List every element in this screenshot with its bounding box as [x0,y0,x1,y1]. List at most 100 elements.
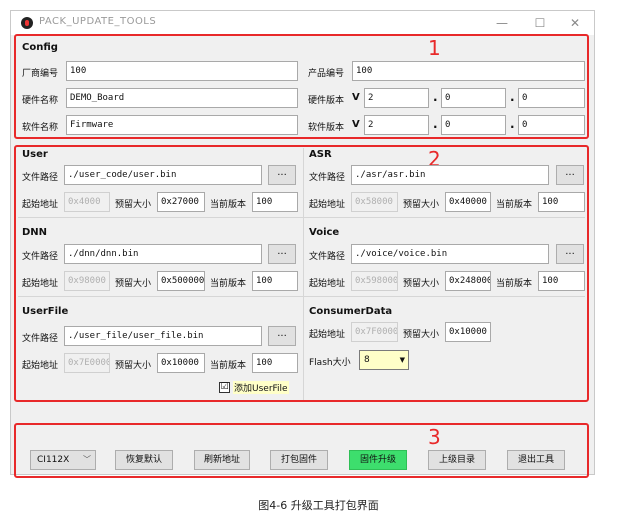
dnn-reserve-field[interactable]: 0x500000 [157,271,205,291]
hw-version-dot-1: . [433,90,438,104]
dnn-start-label: 起始地址 [22,279,59,289]
restore-defaults-button[interactable]: 恢复默认 [115,450,173,470]
chevron-down-icon: ﹀ [83,455,91,464]
consumer-reserve-field[interactable]: 0x10000 [445,322,491,342]
user-start-label: 起始地址 [22,200,59,210]
voice-path-field[interactable]: ./voice/voice.bin [351,244,549,264]
hw-version-dot-2: . [510,90,515,104]
add-userfile-label[interactable]: 添加UserFile [233,381,289,394]
consumer-header: ConsumerData [309,306,393,317]
annotation-number-1: 1 [428,36,441,60]
userfile-version-label: 当前版本 [210,361,247,371]
asr-path-field[interactable]: ./asr/asr.bin [351,165,549,185]
consumer-start-label: 起始地址 [309,330,346,340]
dnn-version-field[interactable]: 100 [252,271,298,291]
sw-version-major[interactable]: 2 [364,115,429,135]
product-label: 产品编号 [308,69,345,79]
sw-version-minor[interactable]: 0 [441,115,506,135]
sw-name-field[interactable]: Firmware [66,115,298,135]
user-reserve-field[interactable]: 0x27000 [157,192,205,212]
user-reserve-label: 预留大小 [115,200,152,210]
voice-version-label: 当前版本 [496,279,533,289]
dnn-reserve-label: 预留大小 [115,279,152,289]
asr-start-field: 0x58000 [351,192,398,212]
voice-start-label: 起始地址 [309,279,346,289]
flash-size-label: Flash大小 [309,358,351,368]
add-userfile-checkbox[interactable]: ☑ [219,382,230,393]
user-path-label: 文件路径 [22,173,59,183]
hw-name-field[interactable]: DEMO_Board [66,88,298,108]
title-bar: PACK_UPDATE_TOOLS — ☐ ✕ [11,11,594,35]
minimize-button[interactable]: — [490,13,514,33]
row-divider-2 [18,296,585,297]
exit-tool-button[interactable]: 退出工具 [507,450,565,470]
userfile-path-label: 文件路径 [22,334,59,344]
chip-select[interactable]: CI112X ﹀ [30,450,96,470]
refresh-address-button[interactable]: 刷新地址 [194,450,250,470]
userfile-reserve-field[interactable]: 0x10000 [157,353,205,373]
voice-browse-button[interactable]: ... [556,244,584,264]
pack-firmware-button[interactable]: 打包固件 [270,450,328,470]
asr-version-field[interactable]: 100 [538,192,585,212]
hw-version-v: V [352,92,360,103]
firmware-upgrade-button[interactable]: 固件升级 [349,450,407,470]
hw-version-label: 硬件版本 [308,96,345,106]
voice-header: Voice [309,227,340,238]
asr-reserve-field[interactable]: 0x40000 [445,192,491,212]
sw-version-v: V [352,119,360,130]
dnn-header: DNN [22,227,48,238]
column-divider [303,148,304,400]
hw-name-label: 硬件名称 [22,96,59,106]
parent-directory-button[interactable]: 上级目录 [428,450,486,470]
close-button[interactable]: ✕ [563,13,587,33]
flash-size-select[interactable]: 8 ▼ [359,350,409,370]
product-field[interactable]: 100 [352,61,585,81]
asr-header: ASR [309,149,332,160]
dnn-path-field[interactable]: ./dnn/dnn.bin [64,244,262,264]
flash-size-value: 8 [364,355,370,365]
maximize-button[interactable]: ☐ [528,13,552,33]
voice-version-field[interactable]: 100 [538,271,585,291]
sw-version-label: 软件版本 [308,123,345,133]
user-header: User [22,149,48,160]
row-divider-1 [18,217,585,218]
hw-version-major[interactable]: 2 [364,88,429,108]
dnn-browse-button[interactable]: ... [268,244,296,264]
asr-start-label: 起始地址 [309,200,346,210]
hw-version-minor[interactable]: 0 [441,88,506,108]
figure-caption: 图4-6 升级工具打包界面 [258,499,379,512]
dnn-version-label: 当前版本 [210,279,247,289]
sw-name-label: 软件名称 [22,123,59,133]
userfile-version-field[interactable]: 100 [252,353,298,373]
asr-path-label: 文件路径 [309,173,346,183]
dnn-path-label: 文件路径 [22,252,59,262]
sw-version-patch[interactable]: 0 [518,115,585,135]
chevron-down-icon: ▼ [399,356,405,364]
userfile-start-field: 0x7E0000 [64,353,110,373]
user-browse-button[interactable]: ... [268,165,296,185]
userfile-browse-button[interactable]: ... [268,326,296,346]
voice-reserve-label: 预留大小 [403,279,440,289]
userfile-reserve-label: 预留大小 [115,361,152,371]
sw-version-dot-1: . [433,117,438,131]
asr-reserve-label: 预留大小 [403,200,440,210]
vendor-field[interactable]: 100 [66,61,298,81]
dnn-start-field: 0x98000 [64,271,110,291]
chip-select-value: CI112X [37,455,70,465]
annotation-number-3: 3 [428,425,441,449]
app-logo-icon [21,17,33,29]
userfile-header: UserFile [22,306,69,317]
user-version-label: 当前版本 [210,200,247,210]
asr-version-label: 当前版本 [496,200,533,210]
hw-version-patch[interactable]: 0 [518,88,585,108]
voice-reserve-field[interactable]: 0x248000 [445,271,491,291]
asr-browse-button[interactable]: ... [556,165,584,185]
sw-version-dot-2: . [510,117,515,131]
user-path-field[interactable]: ./user_code/user.bin [64,165,262,185]
userfile-path-field[interactable]: ./user_file/user_file.bin [64,326,262,346]
consumer-start-field: 0x7F0000 [351,322,398,342]
userfile-start-label: 起始地址 [22,361,59,371]
user-version-field[interactable]: 100 [252,192,298,212]
user-start-field: 0x4000 [64,192,110,212]
consumer-reserve-label: 预留大小 [403,330,440,340]
